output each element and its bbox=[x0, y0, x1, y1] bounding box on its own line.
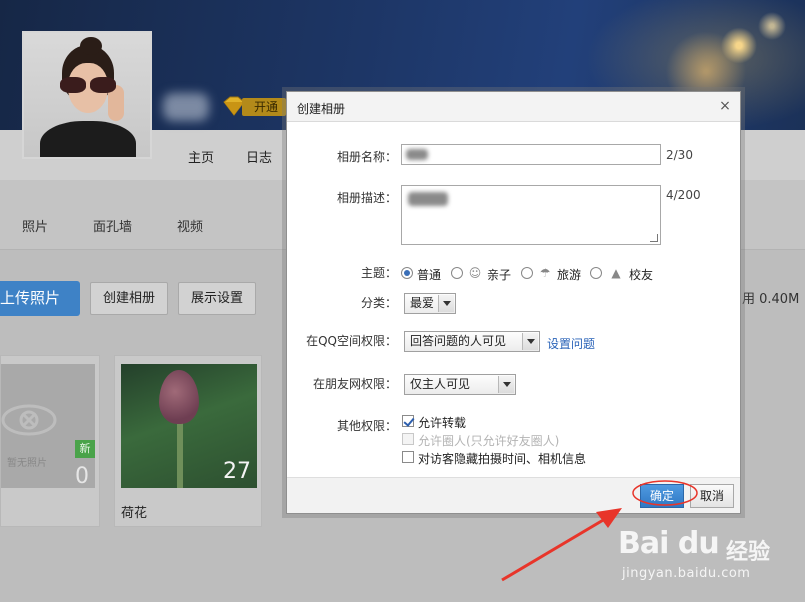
resize-handle[interactable] bbox=[650, 234, 658, 242]
qq-permission-select[interactable]: 回答问题的人可见 bbox=[404, 331, 540, 352]
cancel-button[interactable]: 取消 bbox=[690, 484, 734, 508]
dialog-header: 创建相册 × bbox=[287, 92, 740, 122]
chevron-down-icon bbox=[438, 295, 454, 312]
dialog-title: 创建相册 bbox=[297, 102, 346, 116]
confirm-button[interactable]: 确定 bbox=[640, 484, 684, 508]
category-select[interactable]: 最爱 bbox=[404, 293, 456, 314]
watermark-url: jingyan.baidu.com bbox=[622, 566, 751, 581]
chevron-down-icon bbox=[498, 376, 514, 393]
album-desc-value-blurred bbox=[408, 192, 448, 206]
album-desc-label: 相册描述： bbox=[336, 191, 397, 205]
theme-option-family[interactable]: 亲子 bbox=[487, 266, 511, 283]
theme-option-travel[interactable]: 旅游 bbox=[557, 266, 581, 283]
close-icon[interactable]: × bbox=[718, 99, 732, 113]
baby-icon: ☺ bbox=[468, 266, 482, 280]
palm-tree-icon: ☂ bbox=[539, 266, 551, 280]
album-desc-counter: 4/200 bbox=[666, 188, 701, 202]
theme-option-normal[interactable]: 普通 bbox=[417, 266, 441, 283]
category-label: 分类： bbox=[360, 296, 397, 310]
album-name-input[interactable] bbox=[401, 144, 661, 165]
allow-repost-checkbox[interactable] bbox=[402, 415, 414, 427]
theme-option-alumni[interactable]: 校友 bbox=[629, 266, 653, 283]
theme-radio-family[interactable] bbox=[451, 267, 463, 279]
qq-permission-label: 在QQ空间权限： bbox=[306, 334, 397, 348]
set-question-link[interactable]: 设置问题 bbox=[547, 335, 595, 352]
theme-radio-travel[interactable] bbox=[521, 267, 533, 279]
theme-radio-alumni[interactable] bbox=[590, 267, 602, 279]
album-name-value-blurred bbox=[406, 149, 428, 160]
category-selected-value: 最爱 bbox=[410, 296, 435, 310]
watermark-logo: Bai du bbox=[618, 526, 720, 561]
theme-radio-normal[interactable] bbox=[401, 267, 413, 279]
allow-repost-label[interactable]: 允许转载 bbox=[418, 414, 466, 431]
friend-permission-selected-value: 仅主人可见 bbox=[410, 377, 471, 391]
dialog-footer: 确定 取消 bbox=[287, 477, 740, 513]
hide-exif-label[interactable]: 对访客隐藏拍摄时间、相机信息 bbox=[418, 450, 586, 467]
chevron-down-icon bbox=[522, 333, 538, 350]
friend-permission-select[interactable]: 仅主人可见 bbox=[404, 374, 516, 395]
friend-permission-label: 在朋友网权限： bbox=[312, 377, 397, 391]
album-desc-textarea[interactable] bbox=[401, 185, 661, 245]
allow-tagging-label: 允许圈人(只允许好友圈人) bbox=[418, 434, 560, 448]
theme-label: 主题： bbox=[360, 266, 397, 280]
album-name-label: 相册名称： bbox=[336, 150, 397, 164]
album-name-counter: 2/30 bbox=[666, 148, 693, 162]
watermark-cn: 经验 bbox=[726, 540, 771, 565]
baidu-jingyan-watermark: Bai du 经验 jingyan.baidu.com bbox=[618, 518, 788, 588]
allow-tagging-checkbox bbox=[402, 433, 414, 445]
graduation-cap-icon: ▲ bbox=[611, 266, 621, 280]
hide-exif-checkbox[interactable] bbox=[402, 451, 414, 463]
qq-permission-selected-value: 回答问题的人可见 bbox=[410, 334, 507, 348]
other-permission-label: 其他权限： bbox=[336, 419, 397, 433]
create-album-dialog: 创建相册 × 相册名称： 2/30 相册描述： 4/200 主题： 普通 ☺ 亲… bbox=[286, 91, 741, 514]
